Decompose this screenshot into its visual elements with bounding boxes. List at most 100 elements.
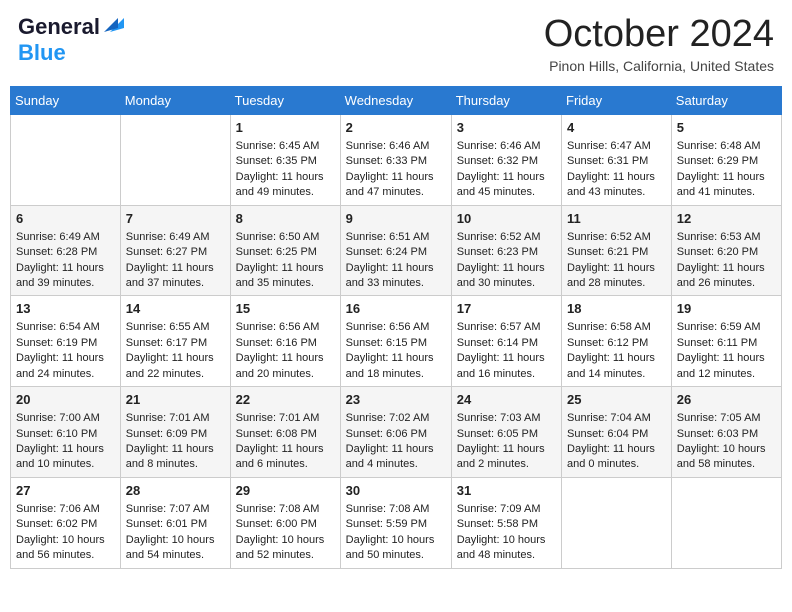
calendar-cell	[562, 477, 672, 568]
calendar-cell: 10Sunrise: 6:52 AMSunset: 6:23 PMDayligh…	[451, 205, 561, 296]
day-number: 22	[236, 391, 335, 409]
sunset-text: Sunset: 6:35 PM	[236, 154, 335, 169]
sunset-text: Sunset: 6:24 PM	[346, 245, 446, 260]
sunset-text: Sunset: 6:12 PM	[567, 336, 666, 351]
daylight-text: Daylight: 11 hours and 28 minutes.	[567, 261, 666, 292]
sunset-text: Sunset: 6:01 PM	[126, 517, 225, 532]
sunrise-text: Sunrise: 6:49 AM	[16, 230, 115, 245]
sunset-text: Sunset: 6:32 PM	[457, 154, 556, 169]
day-number: 3	[457, 119, 556, 137]
sunset-text: Sunset: 6:02 PM	[16, 517, 115, 532]
day-number: 11	[567, 210, 666, 228]
day-number: 2	[346, 119, 446, 137]
sunrise-text: Sunrise: 7:08 AM	[346, 502, 446, 517]
day-number: 17	[457, 300, 556, 318]
day-number: 13	[16, 300, 115, 318]
day-number: 24	[457, 391, 556, 409]
week-row-3: 13Sunrise: 6:54 AMSunset: 6:19 PMDayligh…	[11, 296, 782, 387]
sunset-text: Sunset: 6:29 PM	[677, 154, 776, 169]
daylight-text: Daylight: 11 hours and 22 minutes.	[126, 351, 225, 382]
daylight-text: Daylight: 11 hours and 33 minutes.	[346, 261, 446, 292]
calendar-cell: 31Sunrise: 7:09 AMSunset: 5:58 PMDayligh…	[451, 477, 561, 568]
calendar-cell: 2Sunrise: 6:46 AMSunset: 6:33 PMDaylight…	[340, 114, 451, 205]
daylight-text: Daylight: 11 hours and 12 minutes.	[677, 351, 776, 382]
sunrise-text: Sunrise: 6:50 AM	[236, 230, 335, 245]
day-number: 6	[16, 210, 115, 228]
sunrise-text: Sunrise: 6:56 AM	[346, 320, 446, 335]
daylight-text: Daylight: 11 hours and 16 minutes.	[457, 351, 556, 382]
sunset-text: Sunset: 6:09 PM	[126, 427, 225, 442]
calendar-cell: 19Sunrise: 6:59 AMSunset: 6:11 PMDayligh…	[671, 296, 781, 387]
col-header-saturday: Saturday	[671, 86, 781, 114]
calendar-cell: 20Sunrise: 7:00 AMSunset: 6:10 PMDayligh…	[11, 387, 121, 478]
calendar-cell: 15Sunrise: 6:56 AMSunset: 6:16 PMDayligh…	[230, 296, 340, 387]
col-header-tuesday: Tuesday	[230, 86, 340, 114]
day-number: 25	[567, 391, 666, 409]
sunrise-text: Sunrise: 7:03 AM	[457, 411, 556, 426]
calendar-cell	[11, 114, 121, 205]
sunrise-text: Sunrise: 7:05 AM	[677, 411, 776, 426]
day-number: 26	[677, 391, 776, 409]
sunrise-text: Sunrise: 6:52 AM	[457, 230, 556, 245]
calendar-table: SundayMondayTuesdayWednesdayThursdayFrid…	[10, 86, 782, 569]
day-number: 5	[677, 119, 776, 137]
calendar-cell: 9Sunrise: 6:51 AMSunset: 6:24 PMDaylight…	[340, 205, 451, 296]
sunrise-text: Sunrise: 6:51 AM	[346, 230, 446, 245]
daylight-text: Daylight: 10 hours and 56 minutes.	[16, 533, 115, 564]
sunrise-text: Sunrise: 6:56 AM	[236, 320, 335, 335]
daylight-text: Daylight: 11 hours and 49 minutes.	[236, 170, 335, 201]
sunset-text: Sunset: 6:20 PM	[677, 245, 776, 260]
day-number: 16	[346, 300, 446, 318]
col-header-wednesday: Wednesday	[340, 86, 451, 114]
calendar-cell: 17Sunrise: 6:57 AMSunset: 6:14 PMDayligh…	[451, 296, 561, 387]
location: Pinon Hills, California, United States	[544, 58, 774, 74]
calendar-cell: 27Sunrise: 7:06 AMSunset: 6:02 PMDayligh…	[11, 477, 121, 568]
col-header-sunday: Sunday	[11, 86, 121, 114]
sunrise-text: Sunrise: 6:47 AM	[567, 139, 666, 154]
daylight-text: Daylight: 10 hours and 52 minutes.	[236, 533, 335, 564]
week-row-5: 27Sunrise: 7:06 AMSunset: 6:02 PMDayligh…	[11, 477, 782, 568]
sunrise-text: Sunrise: 6:46 AM	[346, 139, 446, 154]
daylight-text: Daylight: 11 hours and 10 minutes.	[16, 442, 115, 473]
daylight-text: Daylight: 11 hours and 8 minutes.	[126, 442, 225, 473]
calendar-cell: 6Sunrise: 6:49 AMSunset: 6:28 PMDaylight…	[11, 205, 121, 296]
daylight-text: Daylight: 10 hours and 50 minutes.	[346, 533, 446, 564]
sunset-text: Sunset: 6:11 PM	[677, 336, 776, 351]
daylight-text: Daylight: 11 hours and 2 minutes.	[457, 442, 556, 473]
sunrise-text: Sunrise: 7:08 AM	[236, 502, 335, 517]
logo: General Blue	[18, 14, 124, 66]
sunset-text: Sunset: 6:15 PM	[346, 336, 446, 351]
sunrise-text: Sunrise: 6:48 AM	[677, 139, 776, 154]
col-header-friday: Friday	[562, 86, 672, 114]
sunset-text: Sunset: 5:59 PM	[346, 517, 446, 532]
sunrise-text: Sunrise: 7:07 AM	[126, 502, 225, 517]
day-number: 14	[126, 300, 225, 318]
calendar-cell: 11Sunrise: 6:52 AMSunset: 6:21 PMDayligh…	[562, 205, 672, 296]
calendar-cell: 22Sunrise: 7:01 AMSunset: 6:08 PMDayligh…	[230, 387, 340, 478]
daylight-text: Daylight: 11 hours and 14 minutes.	[567, 351, 666, 382]
day-number: 12	[677, 210, 776, 228]
daylight-text: Daylight: 11 hours and 4 minutes.	[346, 442, 446, 473]
day-number: 20	[16, 391, 115, 409]
sunset-text: Sunset: 6:33 PM	[346, 154, 446, 169]
calendar-cell: 8Sunrise: 6:50 AMSunset: 6:25 PMDaylight…	[230, 205, 340, 296]
sunset-text: Sunset: 6:10 PM	[16, 427, 115, 442]
day-number: 30	[346, 482, 446, 500]
daylight-text: Daylight: 11 hours and 24 minutes.	[16, 351, 115, 382]
daylight-text: Daylight: 11 hours and 37 minutes.	[126, 261, 225, 292]
daylight-text: Daylight: 11 hours and 26 minutes.	[677, 261, 776, 292]
day-number: 28	[126, 482, 225, 500]
daylight-text: Daylight: 11 hours and 41 minutes.	[677, 170, 776, 201]
sunrise-text: Sunrise: 7:02 AM	[346, 411, 446, 426]
sunset-text: Sunset: 6:28 PM	[16, 245, 115, 260]
sunset-text: Sunset: 6:16 PM	[236, 336, 335, 351]
sunset-text: Sunset: 6:17 PM	[126, 336, 225, 351]
day-number: 19	[677, 300, 776, 318]
month-title: October 2024	[544, 14, 774, 56]
sunset-text: Sunset: 6:21 PM	[567, 245, 666, 260]
col-header-thursday: Thursday	[451, 86, 561, 114]
daylight-text: Daylight: 11 hours and 6 minutes.	[236, 442, 335, 473]
calendar-cell: 29Sunrise: 7:08 AMSunset: 6:00 PMDayligh…	[230, 477, 340, 568]
sunrise-text: Sunrise: 6:58 AM	[567, 320, 666, 335]
sunset-text: Sunset: 6:03 PM	[677, 427, 776, 442]
